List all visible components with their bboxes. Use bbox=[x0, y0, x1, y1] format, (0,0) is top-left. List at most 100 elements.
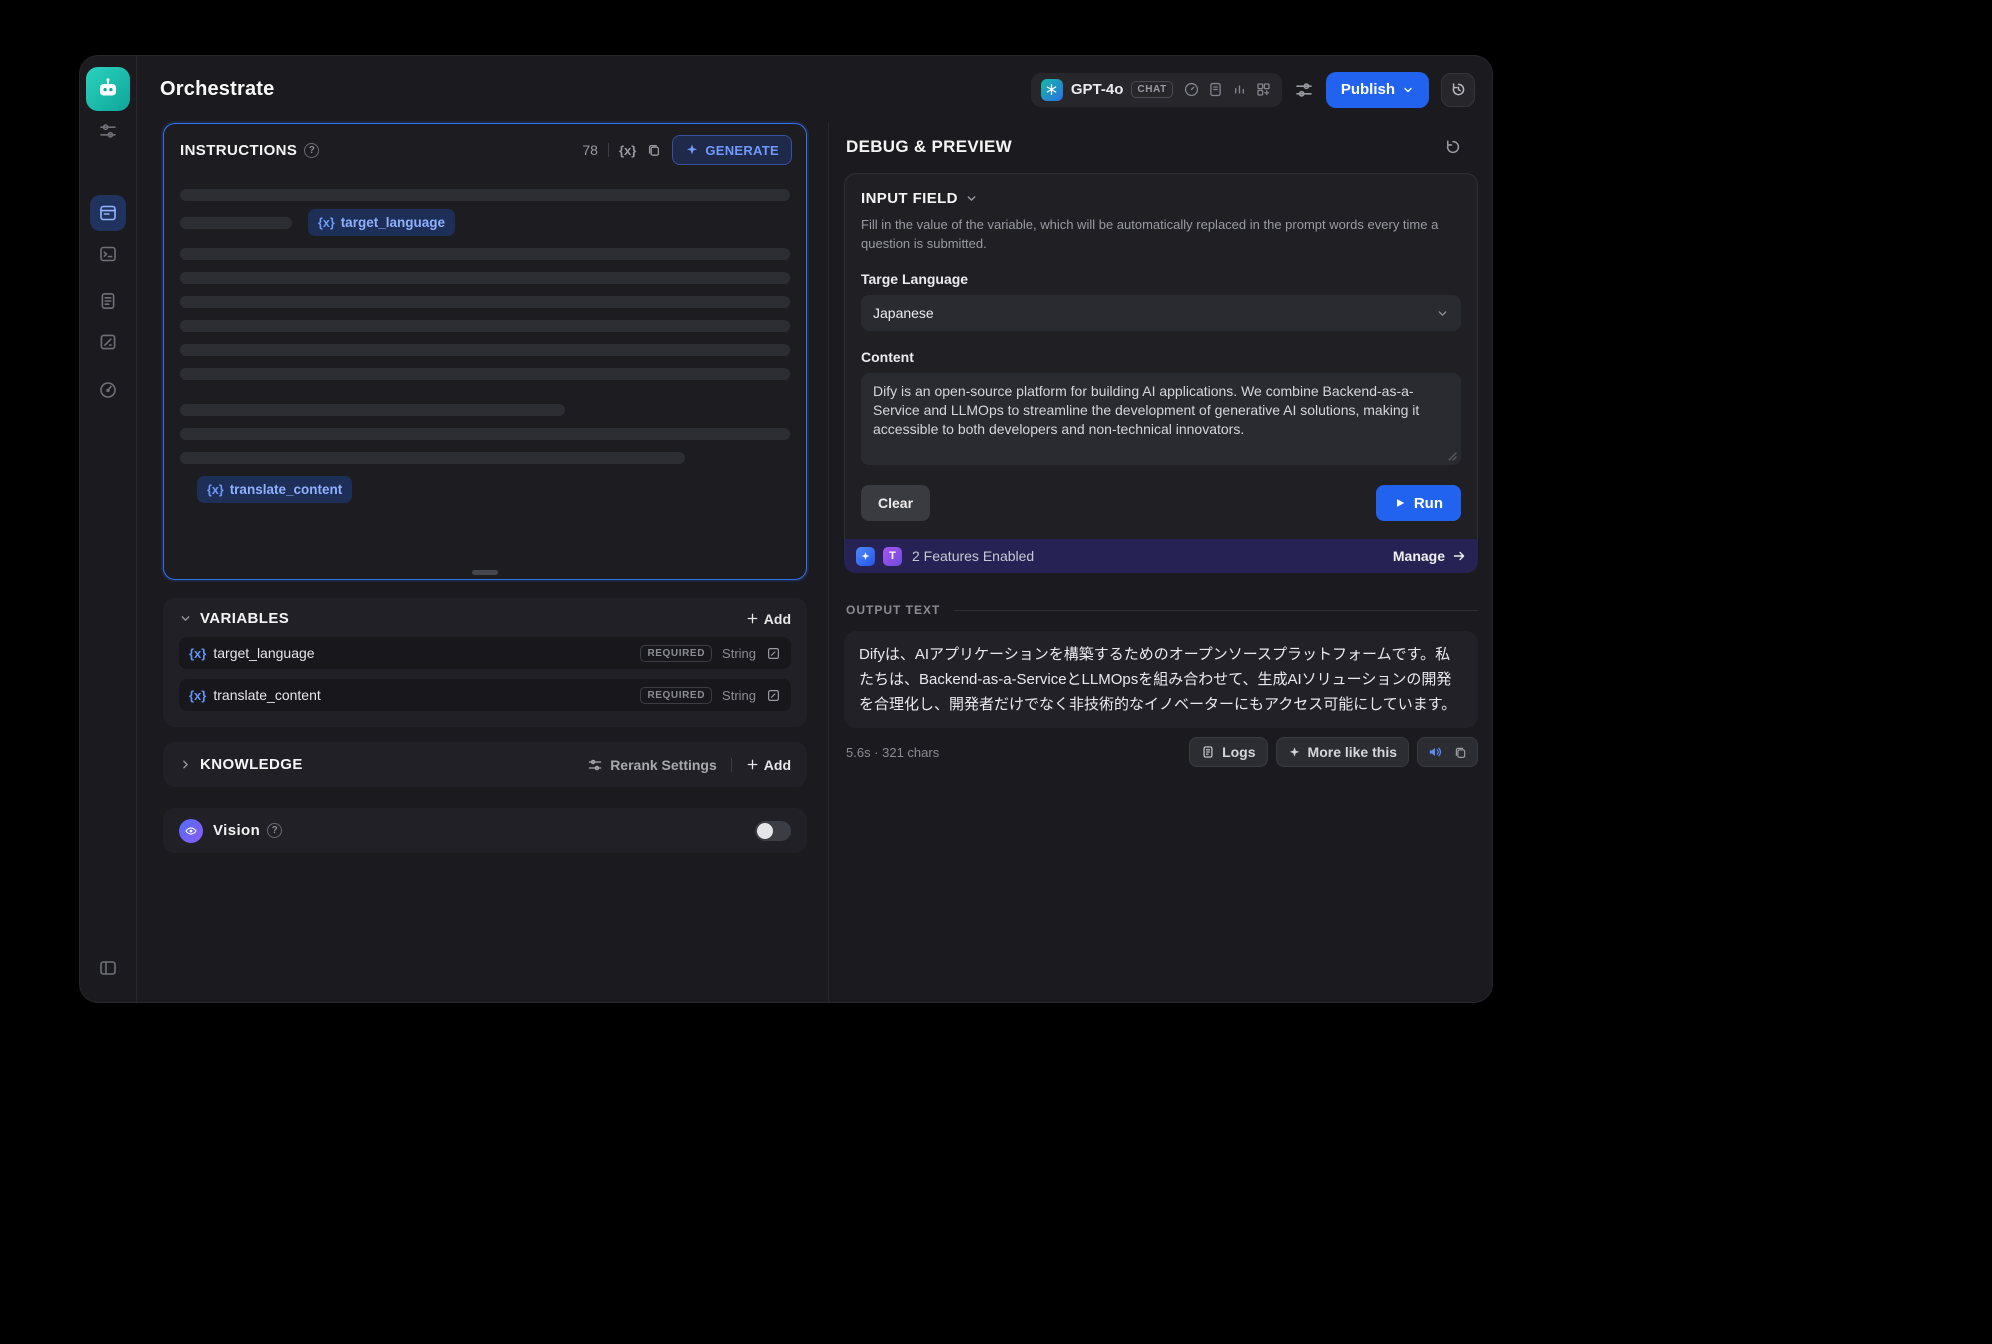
char-count: 78 bbox=[582, 142, 598, 158]
chevron-down-icon bbox=[1436, 307, 1449, 320]
skeleton-line bbox=[180, 404, 565, 416]
skeleton-line bbox=[180, 344, 790, 356]
insert-variable-icon[interactable]: {x} bbox=[619, 143, 636, 158]
skeleton-line bbox=[180, 296, 790, 308]
plugin-blocks-icon[interactable] bbox=[1255, 81, 1272, 98]
skeleton-line bbox=[180, 428, 790, 440]
plus-icon bbox=[746, 758, 759, 771]
divider bbox=[954, 610, 1478, 611]
skeleton-line bbox=[180, 248, 790, 260]
knowledge-panel: KNOWLEDGE Rerank Settings Add bbox=[163, 742, 807, 787]
sidebar-item-annotation-icon[interactable] bbox=[98, 332, 118, 352]
audio-actions bbox=[1417, 737, 1478, 767]
top-bar: Orchestrate GPT-4o CHAT bbox=[137, 56, 1492, 123]
manage-features-button[interactable]: Manage bbox=[1393, 548, 1466, 564]
vision-title: Vision bbox=[213, 822, 260, 839]
publish-button[interactable]: Publish bbox=[1326, 72, 1429, 108]
openai-logo-icon bbox=[1041, 79, 1063, 101]
input-field-header[interactable]: INPUT FIELD bbox=[861, 190, 1461, 207]
model-mode-badge: CHAT bbox=[1131, 81, 1172, 98]
skeleton-line bbox=[180, 272, 790, 284]
more-like-this-button[interactable]: More like this bbox=[1276, 737, 1409, 767]
feature-tts-icon: T bbox=[883, 547, 902, 566]
run-button[interactable]: Run bbox=[1376, 485, 1461, 521]
publish-label: Publish bbox=[1341, 81, 1395, 98]
logs-doc-icon bbox=[1201, 745, 1215, 759]
skeleton-line bbox=[180, 368, 790, 380]
sidebar-item-logs-icon[interactable] bbox=[98, 291, 118, 311]
logs-button[interactable]: Logs bbox=[1189, 737, 1267, 767]
copy-icon[interactable] bbox=[1453, 745, 1468, 760]
content-value: Dify is an open-source platform for buil… bbox=[873, 383, 1419, 437]
edit-variable-icon[interactable] bbox=[766, 646, 781, 661]
play-icon bbox=[1394, 497, 1406, 509]
content-label: Content bbox=[861, 349, 1461, 365]
output-text: Difyは、AIアプリケーションを構築するためのオープンソースプラットフォームで… bbox=[859, 646, 1456, 713]
chevron-down-icon bbox=[1402, 84, 1414, 96]
vision-eye-icon bbox=[179, 819, 203, 843]
target-language-select[interactable]: Japanese bbox=[861, 295, 1461, 331]
variables-title: VARIABLES bbox=[200, 610, 289, 627]
history-icon bbox=[1450, 81, 1467, 98]
input-field-description: Fill in the value of the variable, which… bbox=[861, 215, 1461, 253]
edit-variable-icon[interactable] bbox=[766, 688, 781, 703]
temperature-gauge-icon[interactable] bbox=[1183, 81, 1200, 98]
sidebar-item-orchestrate-icon[interactable] bbox=[90, 195, 126, 231]
divider bbox=[608, 143, 609, 157]
history-button[interactable] bbox=[1441, 73, 1475, 107]
sidebar-item-monitoring-icon[interactable] bbox=[98, 380, 118, 400]
feature-sparkle-icon bbox=[856, 547, 875, 566]
rerank-sliders-icon bbox=[587, 757, 603, 773]
skeleton-line bbox=[180, 320, 790, 332]
collapse-sidebar-icon[interactable] bbox=[98, 958, 118, 978]
variable-row[interactable]: {x} target_language REQUIRED String bbox=[179, 637, 791, 669]
rerank-settings-button[interactable]: Rerank Settings bbox=[587, 757, 717, 773]
variables-panel: VARIABLES Add {x} target_language REQUIR… bbox=[163, 598, 807, 727]
arrow-right-icon bbox=[1452, 549, 1466, 563]
required-badge: REQUIRED bbox=[640, 645, 712, 662]
resize-drag-handle[interactable] bbox=[472, 570, 498, 575]
debug-column: DEBUG & PREVIEW INPUT FIELD Fill in the … bbox=[829, 123, 1492, 1002]
skeleton-line bbox=[180, 189, 790, 201]
instructions-title: INSTRUCTIONS bbox=[180, 142, 297, 159]
add-knowledge-button[interactable]: Add bbox=[746, 757, 791, 773]
plus-icon bbox=[746, 612, 759, 625]
required-badge: REQUIRED bbox=[640, 687, 712, 704]
model-selector[interactable]: GPT-4o CHAT bbox=[1031, 73, 1282, 107]
content-textarea[interactable]: Dify is an open-source platform for buil… bbox=[861, 373, 1461, 465]
resize-corner-icon[interactable] bbox=[1447, 451, 1457, 461]
equalizer-icon[interactable] bbox=[1231, 81, 1248, 98]
sidebar-item-terminal-icon[interactable] bbox=[98, 244, 118, 264]
chevron-down-icon[interactable] bbox=[179, 612, 192, 625]
vision-toggle[interactable] bbox=[755, 821, 791, 841]
variable-type: String bbox=[722, 646, 756, 661]
help-icon[interactable]: ? bbox=[304, 143, 319, 158]
skeleton-line bbox=[180, 452, 685, 464]
copy-icon[interactable] bbox=[646, 142, 662, 158]
target-language-label: Targe Language bbox=[861, 271, 1461, 287]
model-params-icon[interactable] bbox=[1294, 80, 1314, 100]
speaker-icon[interactable] bbox=[1427, 744, 1443, 760]
sidebar bbox=[80, 56, 137, 1002]
features-status: 2 Features Enabled bbox=[912, 548, 1034, 564]
sidebar-item-tune-icon[interactable] bbox=[98, 121, 118, 141]
chevron-right-icon[interactable] bbox=[179, 758, 192, 771]
variable-row[interactable]: {x} translate_content REQUIRED String bbox=[179, 679, 791, 711]
variable-type: String bbox=[722, 688, 756, 703]
divider bbox=[731, 758, 732, 772]
clear-button[interactable]: Clear bbox=[861, 485, 930, 521]
help-icon[interactable]: ? bbox=[267, 823, 282, 838]
restart-debug-icon[interactable] bbox=[1444, 138, 1462, 156]
generate-label: GENERATE bbox=[705, 143, 779, 158]
generate-button[interactable]: GENERATE bbox=[672, 135, 792, 165]
app-logo-robot-icon[interactable] bbox=[86, 67, 130, 111]
add-variable-button[interactable]: Add bbox=[746, 611, 791, 627]
output-text-label: OUTPUT TEXT bbox=[846, 603, 940, 617]
orchestrate-column: INSTRUCTIONS ? 78 {x} GENERATE bbox=[137, 123, 828, 1002]
input-field-title: INPUT FIELD bbox=[861, 190, 958, 207]
variable-chip-target-language[interactable]: {x} target_language bbox=[308, 209, 455, 236]
prompt-skeleton[interactable]: {x} target_language bbox=[164, 173, 806, 503]
variable-chip-translate-content[interactable]: {x} translate_content bbox=[197, 476, 352, 503]
context-doc-icon[interactable] bbox=[1207, 81, 1224, 98]
app-window: Orchestrate GPT-4o CHAT bbox=[80, 56, 1492, 1002]
